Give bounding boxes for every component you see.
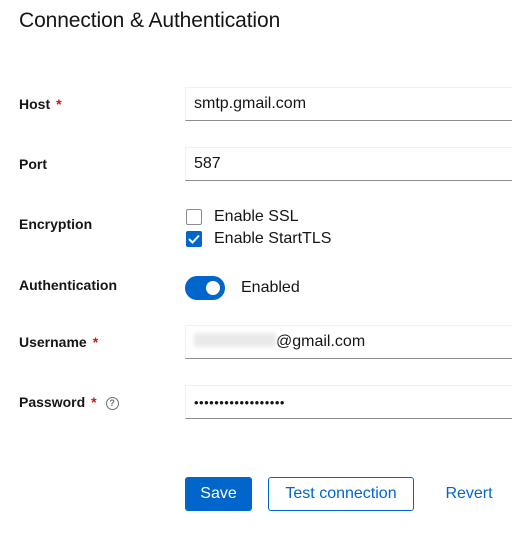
enable-starttls-checkbox[interactable] [186,231,202,247]
save-button[interactable]: Save [185,477,252,511]
enable-ssl-checkbox-row[interactable]: Enable SSL [185,208,299,226]
revert-button[interactable]: Revert [432,477,506,511]
username-input[interactable]: @gmail.com [185,325,512,359]
enable-starttls-checkbox-row[interactable]: Enable StartTLS [185,230,331,248]
section-title: Connection & Authentication [19,9,281,32]
enable-ssl-checkbox[interactable] [186,209,202,225]
host-label: Host * [19,96,62,112]
help-icon[interactable]: ? [105,396,119,410]
password-input[interactable]: •••••••••••••••••• [185,385,512,419]
encryption-label: Encryption [19,216,93,232]
enable-ssl-label[interactable]: Enable SSL [214,208,299,226]
toggle-knob [206,281,220,295]
required-indicator: * [91,394,97,410]
redacted-username [194,333,276,347]
port-input[interactable]: 587 [185,147,512,181]
check-icon [188,234,200,244]
enable-starttls-label[interactable]: Enable StartTLS [214,230,331,248]
authentication-toggle-label: Enabled [241,279,300,296]
required-indicator: * [56,96,62,112]
password-label: Password *? [19,394,119,410]
test-connection-button[interactable]: Test connection [268,477,414,511]
host-input[interactable]: smtp.gmail.com [185,87,512,121]
required-indicator: * [92,334,99,350]
authentication-toggle[interactable] [185,276,225,300]
authentication-label: Authentication [19,277,117,293]
username-domain: @gmail.com [276,333,366,350]
username-label: Username * [19,334,99,350]
port-label: Port [19,156,47,172]
